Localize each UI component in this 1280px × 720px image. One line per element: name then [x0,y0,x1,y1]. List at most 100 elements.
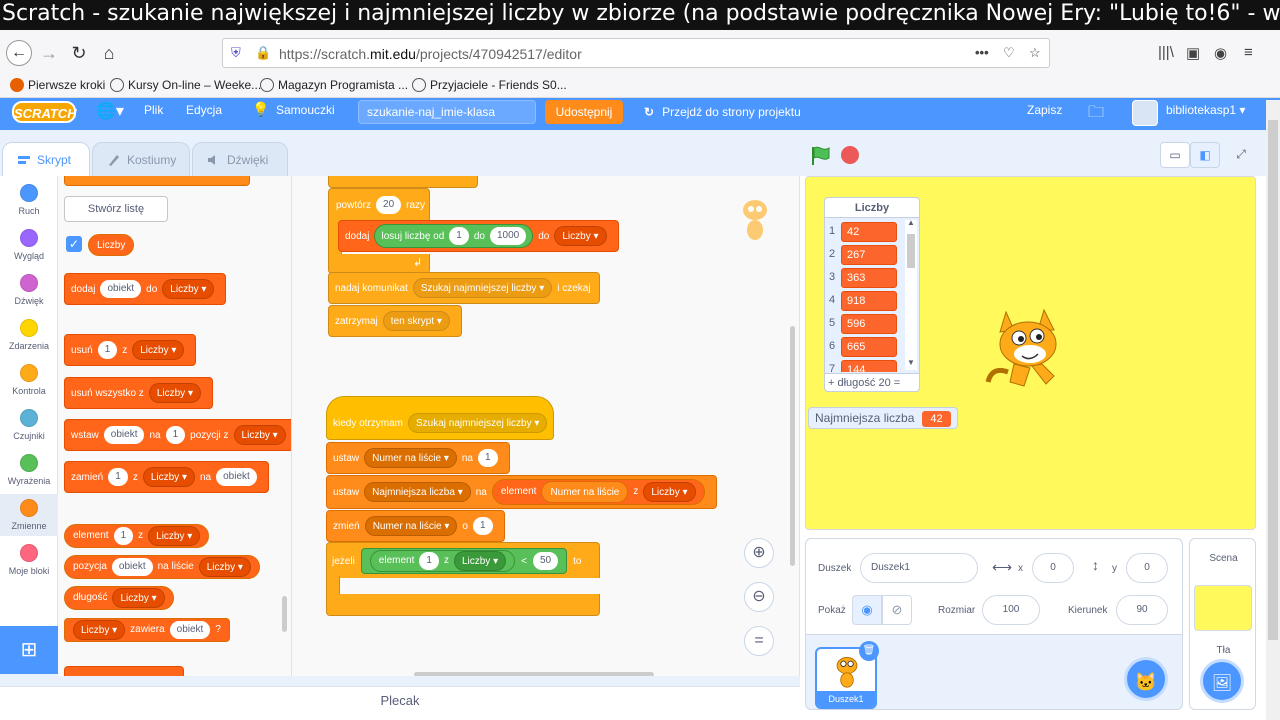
list-item[interactable]: 2 267 [825,243,905,266]
menu-tutorials[interactable]: Samouczki [276,103,335,117]
category-looks[interactable]: Wygląd [0,229,58,261]
choose-sprite-button[interactable]: 🐱 [1124,657,1168,701]
size-input[interactable]: 100 [982,595,1040,625]
share-button[interactable]: Udostępnij [545,100,623,124]
item-of-list-reporter[interactable]: element Numer na liście z Liczby ▾ [491,479,705,505]
palette-item-of-list[interactable]: element 1 z Liczby ▾ [64,524,210,548]
delete-sprite-trash-icon[interactable]: 🗑 [859,641,879,661]
palette-block-partial[interactable] [64,666,184,676]
set-variable-block[interactable]: ustaw Numer na liście ▾ na 1 [326,442,510,474]
script-block-partial[interactable] [328,176,478,188]
see-project-page-button[interactable]: ↻ Przejdź do strony projektu [640,100,815,124]
palette-replace-item-of-list[interactable]: zamień 1 z Liczby ▾ na obiekt [64,461,269,493]
direction-input[interactable]: 90 [1116,595,1168,625]
menu-icon[interactable]: ≡ [1244,44,1253,61]
add-to-list-block[interactable]: dodaj losuj liczbę od 1 do 1000 do Liczby ▾ [338,220,619,252]
category-variables[interactable]: Zmienne [0,494,58,536]
palette-list-reporter[interactable]: Liczby [88,234,135,256]
hide-sprite-icon[interactable]: ⊘ [882,595,912,625]
category-motion[interactable]: Ruch [0,184,58,216]
list-monitor-checkbox[interactable]: ✓ [66,236,82,252]
list-item[interactable]: 6 665 [825,335,905,358]
workspace-horizontal-scrollbar[interactable] [414,672,654,676]
palette-length-of-list[interactable]: długość Liczby ▾ [64,586,174,610]
scroll-down-icon[interactable]: ▼ [907,358,915,367]
stage-thumbnail[interactable] [1194,585,1252,631]
normal-stage-button[interactable]: ◧ [1190,142,1220,168]
sprite-name-input[interactable]: Duszek1 [860,553,978,583]
green-flag-icon[interactable] [810,145,832,167]
stage-target-pane[interactable]: Scena Tła 🖼 [1189,538,1256,710]
tab-costumes[interactable]: Kostiumy [92,142,190,178]
reload-button[interactable]: ↻ [66,40,92,66]
show-sprite-eye-icon[interactable]: ◉ [852,595,882,625]
when-i-receive-hat-block[interactable]: kiedy otrzymam Szukaj najmniejszej liczby… [326,396,554,440]
avatar[interactable] [1132,100,1158,126]
broadcast-and-wait-block[interactable]: nadaj komunikat Szukaj najmniejszej liczb… [328,272,600,304]
back-button[interactable]: ← [6,40,32,66]
stop-icon[interactable] [841,146,859,164]
menu-edit[interactable]: Edycja [186,103,222,117]
save-button[interactable]: Zapisz [1027,103,1062,117]
bookmark-item[interactable]: Kursy On-line – Weeke... [110,78,261,92]
scratch-logo[interactable]: SCRATCH [12,101,77,123]
palette-list-contains[interactable]: Liczby ▾ zawiera obiekt? [64,618,230,642]
backpack[interactable]: Plecak [0,686,800,720]
pocket-icon[interactable]: ♡ [1003,45,1015,61]
page-actions-icon[interactable]: ••• [975,45,989,60]
small-stage-button[interactable]: ▭ [1160,142,1190,168]
sidebar-icon[interactable]: ▣ [1186,44,1200,62]
random-operator[interactable]: losuj liczbę od 1 do 1000 [374,224,534,248]
list-item[interactable]: 5 596 [825,312,905,335]
language-globe-icon[interactable]: 🌐▾ [96,101,124,121]
zoom-out-button[interactable]: ⊖ [744,582,774,612]
stop-block[interactable]: zatrzymaj ten skrypt ▾ [328,305,462,337]
tab-sounds[interactable]: Dźwięki [192,142,288,178]
x-input[interactable]: 0 [1032,553,1074,583]
address-bar[interactable]: ⛨ 🔒 https://scratch.mit.edu/projects/470… [222,38,1050,68]
palette-scrollbar[interactable] [282,596,287,632]
category-operators[interactable]: Wyrażenia [0,454,58,486]
change-variable-block[interactable]: zmień Numer na liście ▾ o 1 [326,510,505,542]
library-icon[interactable]: |||\ [1158,44,1174,61]
palette-add-to-list[interactable]: dodaj obiekt do Liczby ▾ [64,273,227,305]
forward-button[interactable]: → [36,40,62,66]
palette-block-partial[interactable] [64,176,250,186]
bookmark-star-icon[interactable]: ☆ [1029,45,1041,61]
project-title-input[interactable]: szukanie-naj_imie-klasa [358,100,536,124]
palette-delete-all-of-list[interactable]: usuń wszystko z Liczby ▾ [64,377,213,409]
list-item[interactable]: 4 918 [825,289,905,312]
add-extension-button[interactable]: ⊞ [0,626,58,674]
make-list-button[interactable]: Stwórz listę [64,196,168,222]
bookmark-item[interactable]: Magazyn Programista ... [260,78,408,92]
list-item[interactable]: 7 144 [825,358,905,372]
list-item[interactable]: 3 363 [825,266,905,289]
choose-backdrop-button[interactable]: 🖼 [1200,659,1244,703]
category-my-blocks[interactable]: Moje bloki [0,544,58,576]
list-scrollbar[interactable]: ▲ ▼ [905,218,917,370]
y-input[interactable]: 0 [1126,553,1168,583]
palette-delete-of-list[interactable]: usuń 1 z Liczby ▾ [64,334,197,366]
palette-item-number-of-list[interactable]: pozycja obiekt na liście Liczby ▾ [64,555,260,579]
stage[interactable]: Liczby 1 42 2 267 3 363 4 918 5 596 6 665 7 144… [805,176,1256,530]
cat-sprite[interactable] [984,302,1078,402]
zoom-in-button[interactable]: ⊕ [744,538,774,568]
home-icon[interactable]: ⌂ [96,40,122,66]
less-than-operator[interactable]: element 1 z Liczby ▾ <50 [360,548,568,574]
menu-file[interactable]: Plik [144,103,163,117]
page-scrollbar[interactable] [1266,100,1280,720]
workspace-vertical-scrollbar[interactable] [790,326,795,566]
item-of-list-reporter[interactable]: element 1 z Liczby ▾ [369,550,516,572]
category-events[interactable]: Zdarzenia [0,319,58,351]
category-sensing[interactable]: Czujniki [0,409,58,441]
bookmark-item[interactable]: Przyjaciele - Friends S0... [412,78,567,92]
tab-code[interactable]: Skrypt [2,142,90,178]
scroll-up-icon[interactable]: ▲ [907,218,915,227]
bookmark-item[interactable]: Pierwsze kroki [10,78,105,92]
category-sound[interactable]: Dźwięk [0,274,58,306]
zoom-reset-button[interactable]: = [744,626,774,656]
category-control[interactable]: Kontrola [0,364,58,396]
account-icon[interactable]: ◉ [1214,44,1227,62]
palette-insert-at-list[interactable]: wstaw obiekt na 1 pozycji z Liczby ▾ [64,419,291,451]
username-menu[interactable]: bibliotekasp1 ▾ [1166,103,1245,117]
